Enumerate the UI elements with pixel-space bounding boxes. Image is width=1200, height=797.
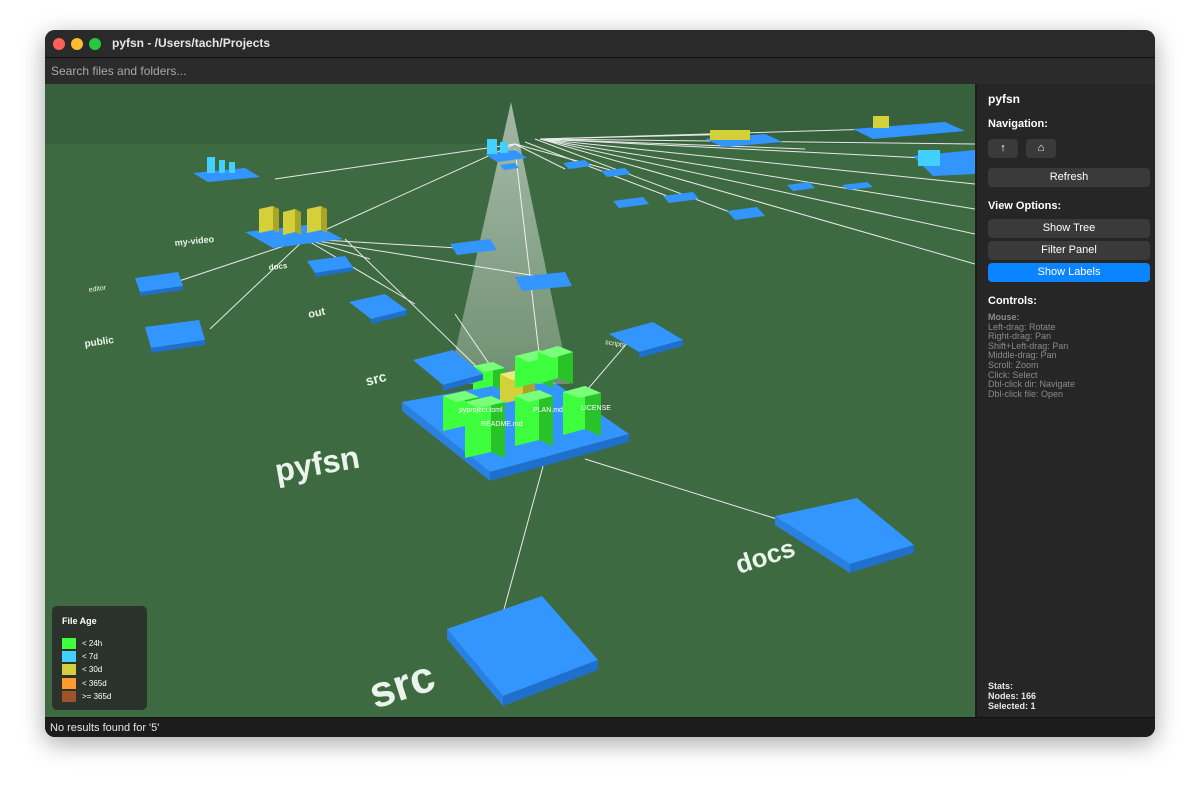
legend-label: < 30d xyxy=(82,665,103,674)
label-readme: README.md xyxy=(481,421,523,428)
legend-title: File Age xyxy=(62,616,97,626)
3d-viewport[interactable]: src docs pyfsn README.md PLAN.md LICENSE… xyxy=(45,84,975,717)
search-bar xyxy=(45,58,1155,84)
controls-line: Dbl-click file: Open xyxy=(988,388,1064,399)
controls-help: Mouse: Left-drag: Rotate Right-drag: Pan… xyxy=(988,312,1075,399)
search-input[interactable] xyxy=(51,61,951,81)
close-window-button[interactable] xyxy=(53,38,65,50)
controls-heading: Controls: xyxy=(988,295,1037,307)
legend-label: >= 365d xyxy=(82,692,112,701)
scene-canvas[interactable]: src docs pyfsn README.md PLAN.md LICENSE… xyxy=(45,84,975,717)
maximize-window-button[interactable] xyxy=(89,38,101,50)
panel-title: pyfsn xyxy=(988,92,1021,106)
minimize-window-button[interactable] xyxy=(71,38,83,50)
view-options-heading: View Options: xyxy=(988,200,1062,212)
legend-swatch xyxy=(62,638,76,649)
navigate-home-button[interactable]: ⌂ xyxy=(1026,139,1056,158)
label-pyproject: pyproject.toml xyxy=(459,407,503,414)
window-title: pyfsn - /Users/tach/Projects xyxy=(112,36,271,50)
filter-panel-button[interactable]: Filter Panel xyxy=(988,241,1150,260)
legend-swatch xyxy=(62,678,76,689)
label-plan: PLAN.md xyxy=(533,407,563,414)
legend-swatch xyxy=(62,691,76,702)
arrow-up-icon: ↑ xyxy=(1000,142,1006,154)
file-age-legend: File Age < 24h < 7d < 30d < 365d >= 365d xyxy=(52,606,147,710)
status-text: No results found for '5' xyxy=(50,722,160,734)
side-panel: pyfsn Navigation: ↑ ⌂ Refresh View Optio… xyxy=(976,84,1155,717)
file-block[interactable] xyxy=(538,346,573,384)
show-tree-button[interactable]: Show Tree xyxy=(988,219,1150,238)
navigate-up-button[interactable]: ↑ xyxy=(988,139,1018,158)
label-license: LICENSE xyxy=(581,405,611,412)
legend-label: < 365d xyxy=(82,679,107,688)
selected-count: Selected: 1 xyxy=(988,700,1036,711)
file-block[interactable] xyxy=(515,390,553,446)
show-labels-button[interactable]: Show Labels xyxy=(988,263,1150,282)
home-icon: ⌂ xyxy=(1037,142,1045,154)
title-bar: pyfsn - /Users/tach/Projects xyxy=(45,30,1155,58)
legend-label: < 7d xyxy=(82,652,98,661)
legend-swatch xyxy=(62,651,76,662)
status-bar: No results found for '5' xyxy=(45,717,1155,737)
refresh-button[interactable]: Refresh xyxy=(988,168,1150,187)
stats-block: Stats: Nodes: 166 Selected: 1 xyxy=(988,681,1036,711)
navigation-heading: Navigation: xyxy=(988,118,1048,130)
legend-swatch xyxy=(62,664,76,675)
legend-label: < 24h xyxy=(82,639,103,648)
app-window: pyfsn - /Users/tach/Projects Search file… xyxy=(45,30,1155,737)
